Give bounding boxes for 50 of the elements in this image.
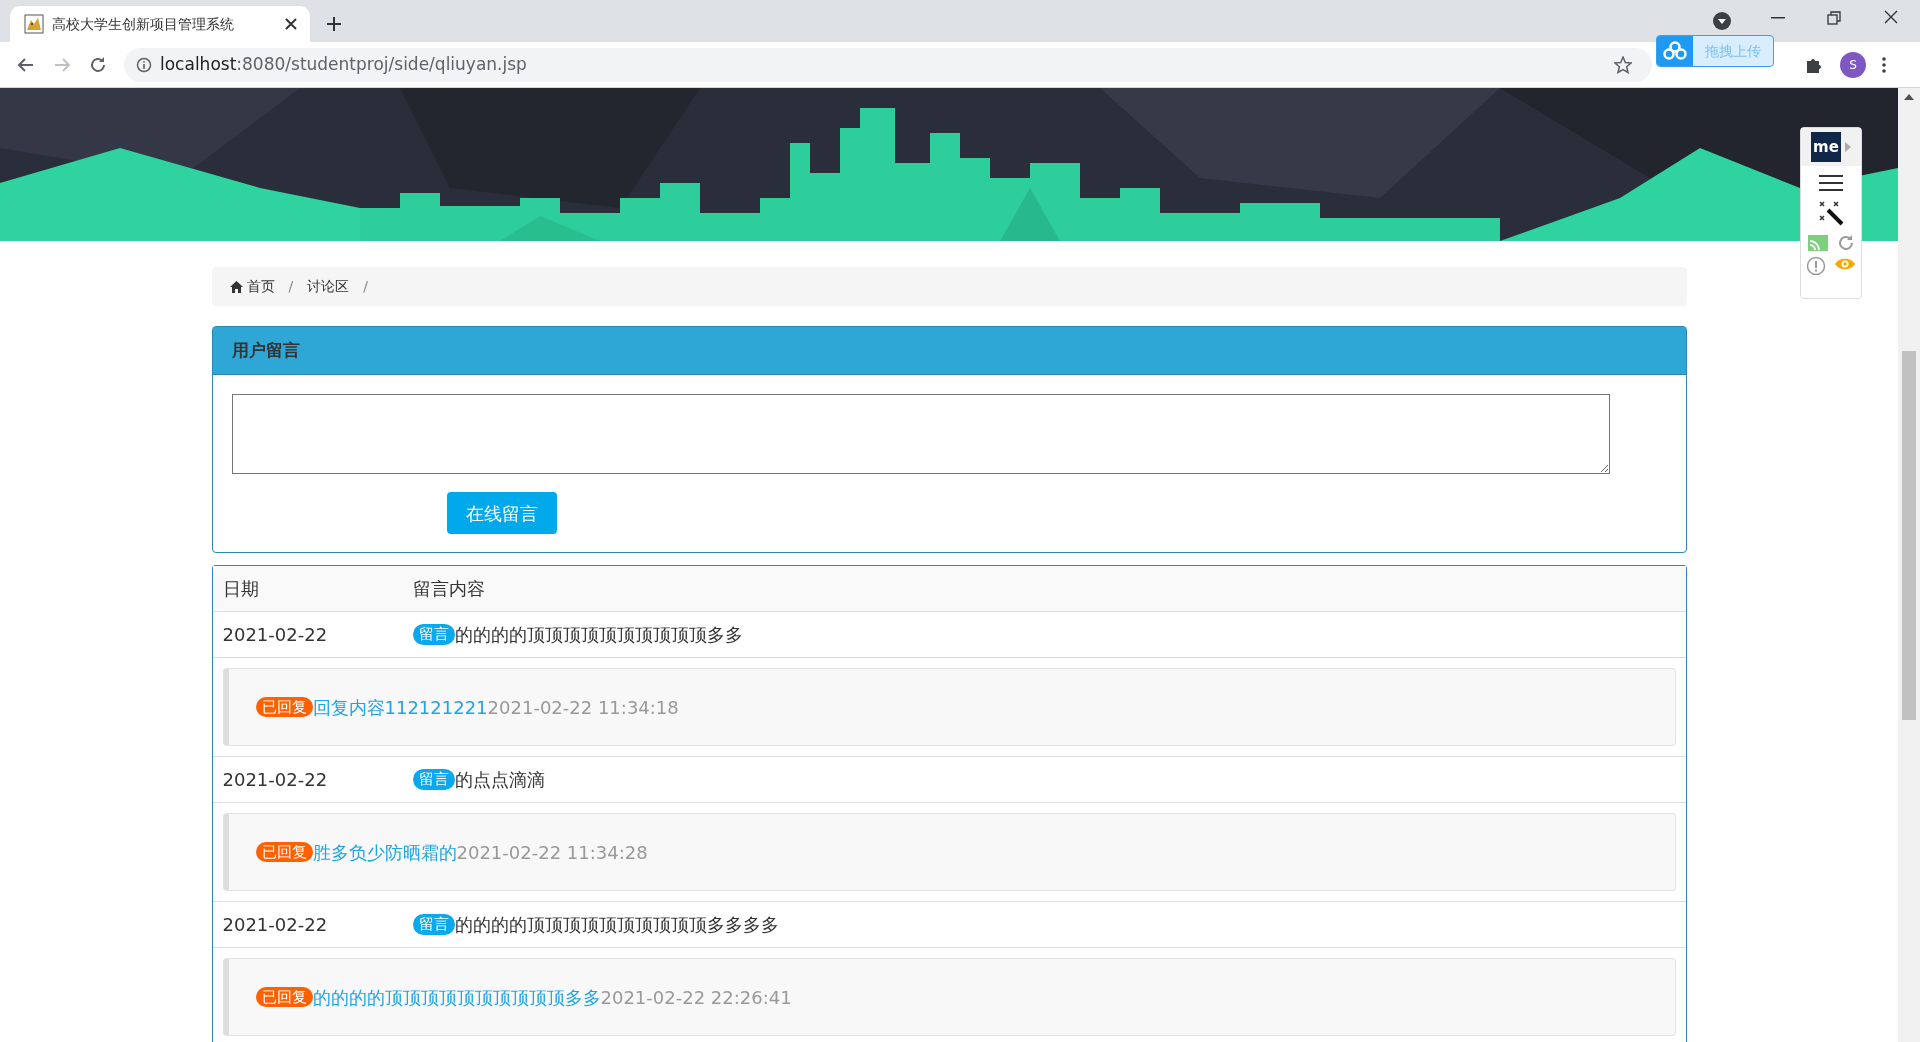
cloud-icon [1663, 41, 1687, 61]
app-logo[interactable]: me [1811, 132, 1841, 162]
message-tag: 留言 [412, 914, 455, 935]
reply-text: 的的的的顶顶顶顶顶顶顶顶顶顶多多 [312, 985, 601, 1010]
magic-wand-icon[interactable] [1818, 200, 1844, 226]
new-tab-icon[interactable] [326, 16, 342, 32]
close-icon[interactable] [1884, 10, 1898, 24]
dropdown-icon[interactable] [1713, 12, 1731, 30]
reply-tag: 已回复 [255, 986, 313, 1008]
card-title: 用户留言 [231, 338, 300, 362]
tab-title: 高校大学生创新项目管理系统 [52, 14, 235, 34]
close-icon[interactable] [284, 17, 298, 31]
message-text: 的点点滴滴 [454, 768, 545, 792]
breadcrumb-link[interactable]: 讨论区 [307, 276, 350, 297]
address-bar[interactable]: localhost:8080/studentproj/side/qliuyan.jsp [124, 47, 1652, 82]
reply-time: 2021-02-22 11:34:18 [487, 695, 679, 720]
scrollbar-thumb[interactable] [1902, 351, 1916, 720]
date-cell: 2021-02-22 [222, 914, 328, 935]
profile-avatar[interactable]: S [1840, 51, 1866, 78]
column-header: 留言内容 [412, 578, 485, 599]
message-text: 的的的的顶顶顶顶顶顶顶顶顶顶多多多多 [454, 913, 779, 937]
reply-text: 回复内容112121221 [312, 695, 488, 720]
breadcrumb-separator: / [363, 277, 368, 296]
menu-icon[interactable] [1882, 56, 1886, 73]
restore-icon[interactable] [1827, 11, 1841, 25]
reply-tag: 已回复 [255, 841, 313, 863]
reply-time: 2021-02-22 11:34:28 [456, 840, 648, 865]
up-arrow-icon[interactable] [1904, 94, 1914, 100]
column-header: 日期 [222, 578, 259, 599]
message-text: 的的的的顶顶顶顶顶顶顶顶顶顶多多 [454, 623, 743, 647]
reply-time: 2021-02-22 22:26:41 [600, 985, 792, 1010]
reply-text: 胜多负少防晒霜的 [312, 840, 457, 865]
scrollbar[interactable] [1898, 88, 1920, 1042]
info-icon [136, 56, 152, 73]
breadcrumb-link[interactable]: 首页 [229, 276, 275, 297]
menu-icon[interactable] [1819, 174, 1843, 192]
reply-tag: 已回复 [255, 696, 313, 718]
message-tag: 留言 [412, 769, 455, 790]
reload-icon[interactable] [1837, 234, 1855, 252]
date-cell: 2021-02-22 [222, 624, 328, 645]
browser-tab[interactable]: 高校大学生创新项目管理系统 [10, 6, 310, 42]
home-icon [229, 280, 243, 293]
alert-icon[interactable] [1806, 256, 1826, 276]
message-input[interactable] [231, 394, 1610, 474]
breadcrumb-separator: / [288, 277, 294, 296]
star-icon[interactable] [1614, 55, 1632, 74]
message-tag: 留言 [412, 624, 455, 645]
minimize-icon[interactable] [1771, 17, 1785, 19]
url-text: localhost:8080/studentproj/side/qliuyan.jsp [160, 52, 527, 76]
date-cell: 2021-02-22 [222, 769, 328, 790]
